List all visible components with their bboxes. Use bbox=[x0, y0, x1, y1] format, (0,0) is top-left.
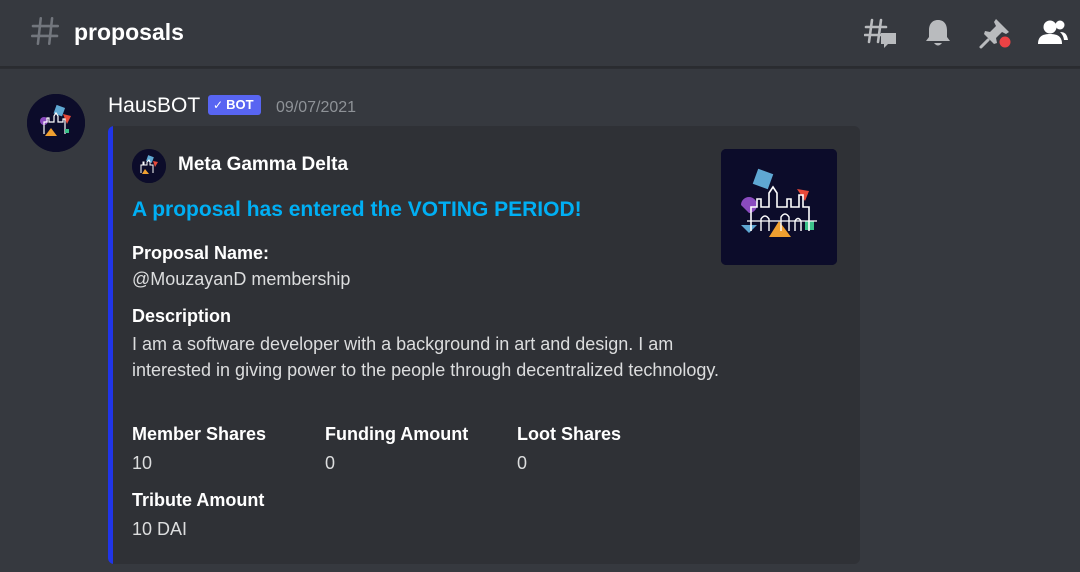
bot-tag-label: BOT bbox=[226, 97, 254, 112]
field-funding-amount-value: 0 bbox=[325, 453, 336, 473]
proposal-embed: Meta Gamma Delta A proposal has entered … bbox=[108, 126, 860, 564]
castle-logo-icon bbox=[27, 94, 85, 152]
embed-title[interactable]: A proposal has entered the VOTING PERIOD… bbox=[132, 198, 582, 222]
message-timestamp: 09/07/2021 bbox=[276, 99, 357, 116]
threads-icon[interactable] bbox=[864, 16, 898, 50]
field-funding-amount-label: Funding Amount bbox=[325, 424, 469, 444]
channel-name: proposals bbox=[74, 19, 184, 45]
field-proposal-name-label: Proposal Name: bbox=[132, 243, 270, 263]
message: HausBOT ✓ BOT 09/07/2021 Meta Gamma Delt… bbox=[0, 80, 1080, 572]
field-description-value: I am a software developer with a backgro… bbox=[132, 334, 720, 380]
hash-icon bbox=[30, 16, 60, 46]
embed-author-icon bbox=[132, 149, 166, 183]
field-tribute-amount-label: Tribute Amount bbox=[132, 490, 265, 510]
field-proposal-name-value: @MouzayanD membership bbox=[132, 269, 351, 289]
castle-logo-icon bbox=[721, 149, 837, 265]
embed-accent-bar bbox=[108, 126, 113, 564]
field-loot-shares-label: Loot Shares bbox=[517, 424, 622, 444]
bot-avatar[interactable] bbox=[27, 94, 85, 152]
field-member-shares-label: Member Shares bbox=[132, 424, 267, 444]
embed-thumbnail[interactable] bbox=[721, 149, 837, 265]
field-member-shares-value: 10 bbox=[132, 453, 153, 473]
bell-icon[interactable] bbox=[921, 16, 955, 50]
pin-icon[interactable] bbox=[978, 16, 1012, 50]
bot-tag: ✓ BOT bbox=[208, 95, 261, 115]
author-name[interactable]: HausBOT bbox=[108, 92, 200, 120]
field-tribute-amount-value: 10 DAI bbox=[132, 519, 188, 539]
check-icon: ✓ bbox=[213, 98, 224, 112]
field-description-label: Description bbox=[132, 306, 232, 326]
embed-author-name: Meta Gamma Delta bbox=[178, 154, 349, 175]
field-loot-shares-value: 0 bbox=[517, 453, 528, 473]
castle-logo-icon bbox=[132, 149, 166, 183]
channel-header: proposals bbox=[0, 0, 1080, 68]
members-icon[interactable] bbox=[1035, 16, 1069, 50]
